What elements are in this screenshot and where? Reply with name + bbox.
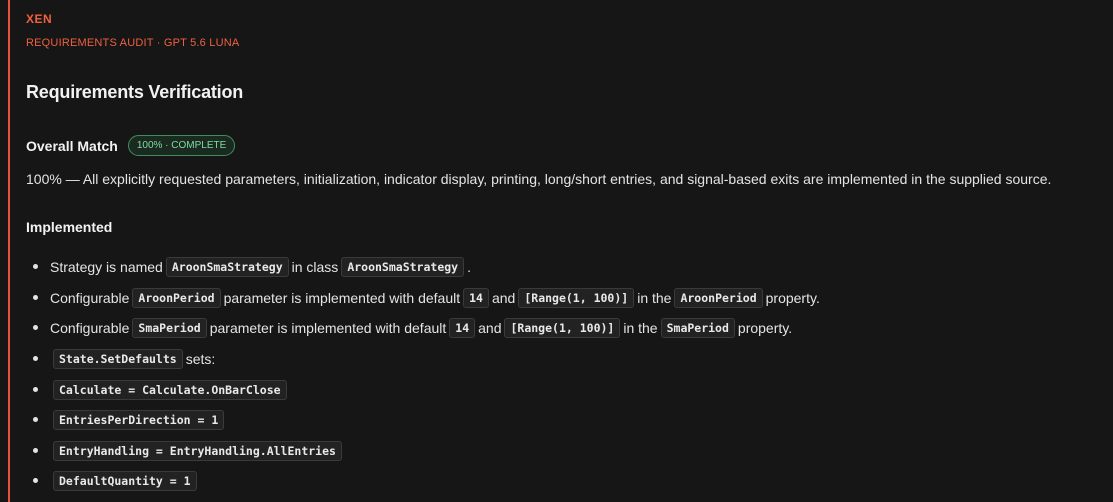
implemented-list: Strategy is named AroonSmaStrategy in cl…: [26, 252, 820, 497]
bullet-icon: [33, 325, 38, 331]
inline-code: SmaPeriod: [132, 318, 207, 339]
inline-code: 14: [463, 287, 489, 308]
list-item: Configurable AroonPeriod parameter is im…: [26, 283, 820, 314]
overall-summary: 100% — All explicitly requested paramete…: [26, 171, 1052, 187]
item-text: property.: [737, 320, 793, 337]
bullet-icon: [33, 447, 38, 453]
inline-code: AroonSmaStrategy: [341, 257, 465, 278]
bullet-icon: [33, 386, 38, 392]
audit-subtitle: REQUIREMENTS AUDIT · GPT 5.6 LUNA: [26, 37, 240, 49]
audit-panel: XEN REQUIREMENTS AUDIT · GPT 5.6 LUNA Re…: [0, 0, 1113, 502]
overall-match-row: Overall Match 100% · COMPLETE: [26, 135, 236, 156]
list-item: EntriesPerDirection = 1: [26, 405, 820, 436]
page-title: Requirements Verification: [26, 82, 244, 102]
inline-code: EntryHandling = EntryHandling.AllEntries: [53, 440, 342, 461]
item-text: parameter is implemented with default: [223, 289, 461, 306]
item-text: in the: [637, 289, 672, 306]
list-item: Configurable SmaPeriod parameter is impl…: [26, 313, 820, 344]
item-text: in the: [623, 320, 658, 337]
inline-code: EntriesPerDirection = 1: [53, 410, 225, 431]
item-text: property.: [765, 289, 820, 306]
inline-code: AroonSmaStrategy: [165, 257, 289, 278]
item-text: Configurable: [50, 320, 130, 337]
item-text: parameter is implemented with default: [209, 320, 447, 337]
list-item: EntryHandling = EntryHandling.AllEntries: [26, 436, 820, 467]
inline-code: SmaPeriod: [660, 318, 735, 339]
item-text: and: [478, 320, 502, 337]
inline-code: AroonPeriod: [132, 287, 221, 308]
bullet-icon: [33, 294, 38, 300]
inline-code: State.SetDefaults: [53, 349, 183, 370]
brand-label: XEN: [26, 12, 53, 26]
inline-code: DefaultQuantity = 1: [53, 471, 197, 492]
item-text: Configurable: [50, 289, 130, 306]
implemented-heading: Implemented: [26, 219, 113, 235]
status-badge: 100% · COMPLETE: [127, 135, 236, 156]
bullet-icon: [33, 478, 38, 484]
bullet-icon: [33, 356, 38, 362]
item-text: sets:: [185, 351, 216, 368]
inline-code: [Range(1, 100)]: [504, 318, 621, 339]
item-text: .: [467, 259, 471, 276]
item-text: in class: [291, 259, 339, 276]
list-item: DefaultQuantity = 1: [26, 466, 820, 497]
list-item: Strategy is named AroonSmaStrategy in cl…: [26, 252, 820, 283]
item-text: Strategy is named: [50, 259, 163, 276]
inline-code: 14: [449, 318, 476, 339]
list-item: Calculate = Calculate.OnBarClose: [26, 374, 820, 405]
inline-code: Calculate = Calculate.OnBarClose: [53, 379, 287, 400]
bullet-icon: [33, 417, 38, 423]
bullet-icon: [33, 264, 38, 270]
inline-code: AroonPeriod: [674, 287, 763, 308]
inline-code: [Range(1, 100)]: [518, 287, 635, 308]
accent-bar: [8, 0, 10, 502]
overall-match-label: Overall Match: [26, 137, 118, 154]
list-item: State.SetDefaults sets:: [26, 344, 820, 375]
item-text: and: [491, 289, 516, 306]
